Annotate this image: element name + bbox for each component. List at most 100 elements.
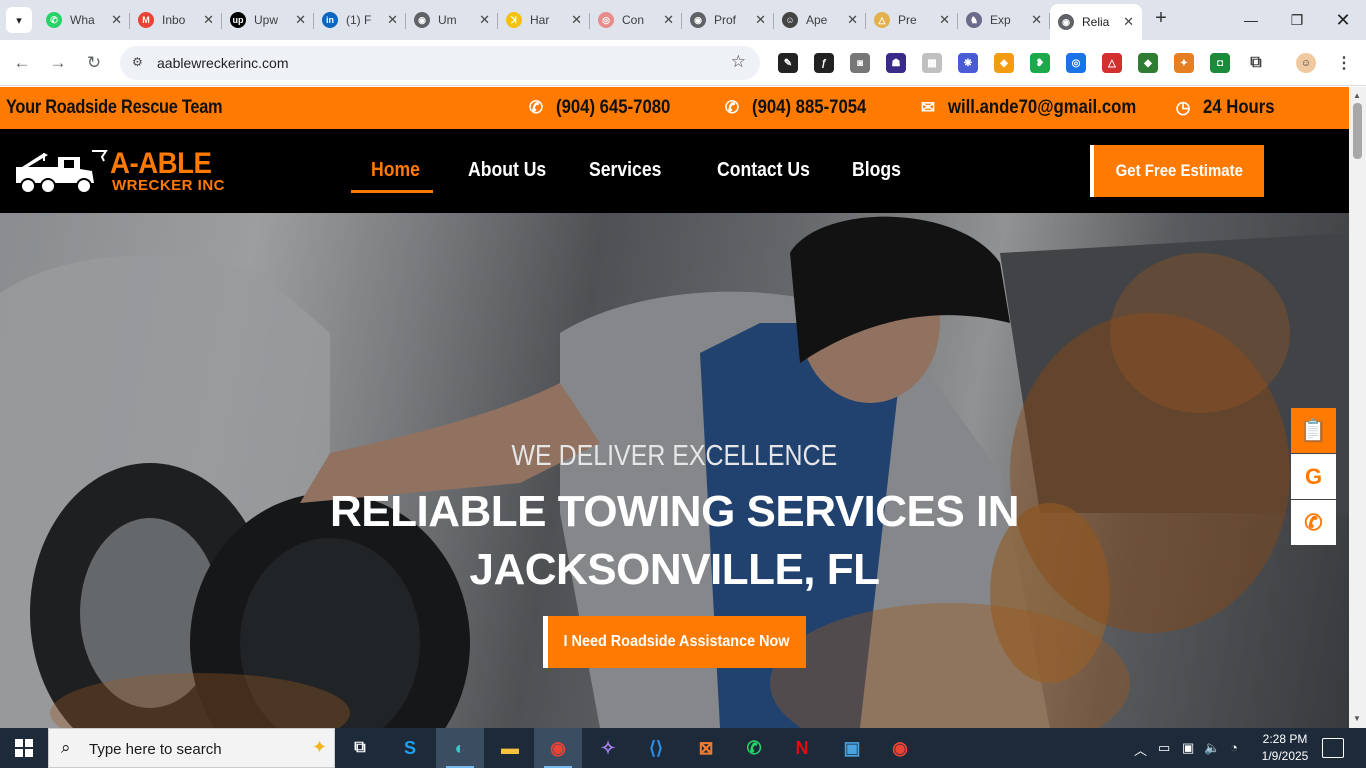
battery-icon[interactable]: ▭	[1158, 740, 1170, 756]
get-free-estimate-button[interactable]: Get Free Estimate	[1090, 145, 1264, 197]
scroll-up-icon[interactable]: ▲	[1353, 91, 1361, 100]
browser-extension-icon[interactable]: ◙	[850, 53, 870, 73]
new-tab-button[interactable]: +	[1150, 8, 1172, 30]
tab-close-icon[interactable]: ✕	[387, 12, 398, 28]
tab-close-icon[interactable]: ✕	[847, 12, 858, 28]
google-icon[interactable]: G	[1291, 454, 1336, 499]
browser-tab[interactable]: ♞ Exp ✕	[958, 4, 1050, 36]
nav-contact-us[interactable]: Contact Us	[717, 159, 810, 182]
browser-tab[interactable]: ◉ Prof ✕	[682, 4, 774, 36]
skype-icon[interactable]: S	[386, 728, 434, 768]
email-link[interactable]: ✉ will.ande70@gmail.com	[918, 97, 1162, 119]
browser-extension-icon[interactable]: ◘	[1210, 53, 1230, 73]
volume-icon[interactable]: 🔈	[1204, 740, 1220, 756]
address-bar[interactable]: ⚙ aablewreckerinc.com ☆	[120, 46, 760, 80]
notification-center-icon[interactable]	[1322, 738, 1344, 758]
phone1-link[interactable]: ✆ (904) 645-7080	[526, 97, 686, 119]
tab-favicon-icon: △	[874, 12, 890, 28]
site-info-icon[interactable]: ⚙	[132, 55, 148, 71]
tab-search-button[interactable]: ▾	[6, 7, 32, 33]
browser-tab[interactable]: ◎ Con ✕	[590, 4, 682, 36]
tab-close-icon[interactable]: ✕	[479, 12, 490, 28]
clock-icon: ◷	[1175, 98, 1191, 117]
close-window-icon[interactable]: ✕	[1320, 0, 1366, 40]
chrome-icon[interactable]: ◉	[534, 728, 582, 768]
browser-extension-icon[interactable]: ◈	[994, 53, 1014, 73]
device-icon[interactable]: ▣	[1182, 740, 1194, 756]
xampp-icon[interactable]: ⊠	[682, 728, 730, 768]
browser-extension-icon[interactable]: △	[1102, 53, 1122, 73]
tray-chevron-icon[interactable]: ︿	[1134, 740, 1147, 759]
chrome-profile-icon[interactable]: ◉	[876, 728, 924, 768]
store-icon[interactable]: ▣	[828, 728, 876, 768]
browser-extension-icon[interactable]: ▦	[922, 53, 942, 73]
site-logo[interactable]: A-ABLE WRECKER INC	[14, 147, 236, 195]
phone-icon: ✆	[724, 98, 740, 117]
vscode-icon[interactable]: ⟨⟩	[632, 728, 680, 768]
profile-avatar[interactable]: ☺	[1296, 53, 1316, 73]
browser-tab[interactable]: M Inbo ✕	[130, 4, 222, 36]
tab-close-icon[interactable]: ✕	[111, 12, 122, 28]
phone-icon[interactable]: ✆	[1291, 500, 1336, 545]
browser-toolbar: ← → ↻ ⚙ aablewreckerinc.com ☆ ✎ ƒ ◙ ☗ ▦ ❋ ◈ ❥ ◎ △…	[0, 40, 1366, 86]
clipboard-icon[interactable]: 📋	[1291, 408, 1336, 453]
whatsapp-icon[interactable]: ✆	[730, 728, 778, 768]
minimize-icon[interactable]: —	[1228, 0, 1274, 40]
tab-close-icon[interactable]: ✕	[663, 12, 674, 28]
browser-extension-icon[interactable]: ƒ	[814, 53, 834, 73]
tab-close-icon[interactable]: ✕	[203, 12, 214, 28]
browser-menu-icon[interactable]: ⋮	[1334, 53, 1354, 73]
browser-extension-icon[interactable]: ❋	[958, 53, 978, 73]
browser-extension-icon[interactable]: ✎	[778, 53, 798, 73]
scrollbar-thumb[interactable]	[1353, 103, 1362, 159]
nav-blogs[interactable]: Blogs	[852, 159, 901, 182]
tab-title: Har	[530, 13, 550, 27]
browser-tab[interactable]: in (1) F ✕	[314, 4, 406, 36]
tab-close-icon[interactable]: ✕	[295, 12, 306, 28]
taskbar-clock[interactable]: 2:28 PM 1/9/2025	[1252, 731, 1318, 765]
wifi-icon[interactable]: ◔	[1230, 740, 1238, 755]
nav-services[interactable]: Services	[589, 159, 661, 182]
edge-icon[interactable]: ◐	[436, 728, 484, 768]
copilot-icon[interactable]: ✧	[584, 728, 632, 768]
url-text[interactable]: aablewreckerinc.com	[157, 55, 289, 71]
netflix-icon[interactable]: N	[778, 728, 826, 768]
nav-about-us[interactable]: About Us	[468, 159, 546, 182]
tab-close-icon[interactable]: ✕	[755, 12, 766, 28]
page-scrollbar[interactable]: ▲ ▼	[1349, 87, 1366, 728]
browser-tab[interactable]: ☺ Ape ✕	[774, 4, 866, 36]
scroll-down-icon[interactable]: ▼	[1353, 714, 1361, 723]
browser-extension-icon[interactable]: ◎	[1066, 53, 1086, 73]
phone2-link[interactable]: ✆ (904) 885-7054	[722, 97, 882, 119]
taskbar-search-box[interactable]: ⌕ Type here to search ✦	[48, 728, 335, 768]
browser-tab[interactable]: up Upw ✕	[222, 4, 314, 36]
file-explorer-icon[interactable]: ▬	[486, 728, 534, 768]
browser-tab[interactable]: ꓘ Har ✕	[498, 4, 590, 36]
browser-extension-icon[interactable]: ❥	[1030, 53, 1050, 73]
tab-close-icon[interactable]: ✕	[939, 12, 950, 28]
browser-tab[interactable]: ◉ Relia ✕	[1050, 4, 1142, 40]
floating-side-buttons: 📋 G ✆	[1291, 408, 1336, 545]
browser-extension-icon[interactable]: ◆	[1138, 53, 1158, 73]
browser-tab[interactable]: △ Pre ✕	[866, 4, 958, 36]
hero-pretitle: WE DELIVER EXCELLENCE	[511, 440, 838, 472]
active-nav-indicator	[351, 190, 433, 193]
forward-icon[interactable]: →	[46, 51, 70, 75]
back-icon[interactable]: ←	[10, 51, 34, 75]
tab-favicon-icon: ◉	[690, 12, 706, 28]
tab-close-icon[interactable]: ✕	[1123, 14, 1134, 30]
browser-extension-icon[interactable]: ☗	[886, 53, 906, 73]
reload-icon[interactable]: ↻	[82, 51, 106, 75]
tab-close-icon[interactable]: ✕	[571, 12, 582, 28]
windows-start-button[interactable]	[0, 728, 48, 768]
task-view-icon[interactable]: ⧉	[336, 728, 384, 768]
maximize-icon[interactable]: ❐	[1274, 0, 1320, 40]
tab-close-icon[interactable]: ✕	[1031, 12, 1042, 28]
extensions-puzzle-icon[interactable]: ⧉	[1246, 53, 1266, 73]
bookmark-star-icon[interactable]: ☆	[731, 52, 746, 72]
browser-tab[interactable]: ◉ Um ✕	[406, 4, 498, 36]
roadside-assistance-button[interactable]: I Need Roadside Assistance Now	[543, 616, 806, 668]
browser-tab[interactable]: ✆ Wha ✕	[38, 4, 130, 36]
nav-home[interactable]: Home	[371, 159, 420, 182]
browser-extension-icon[interactable]: ✦	[1174, 53, 1194, 73]
